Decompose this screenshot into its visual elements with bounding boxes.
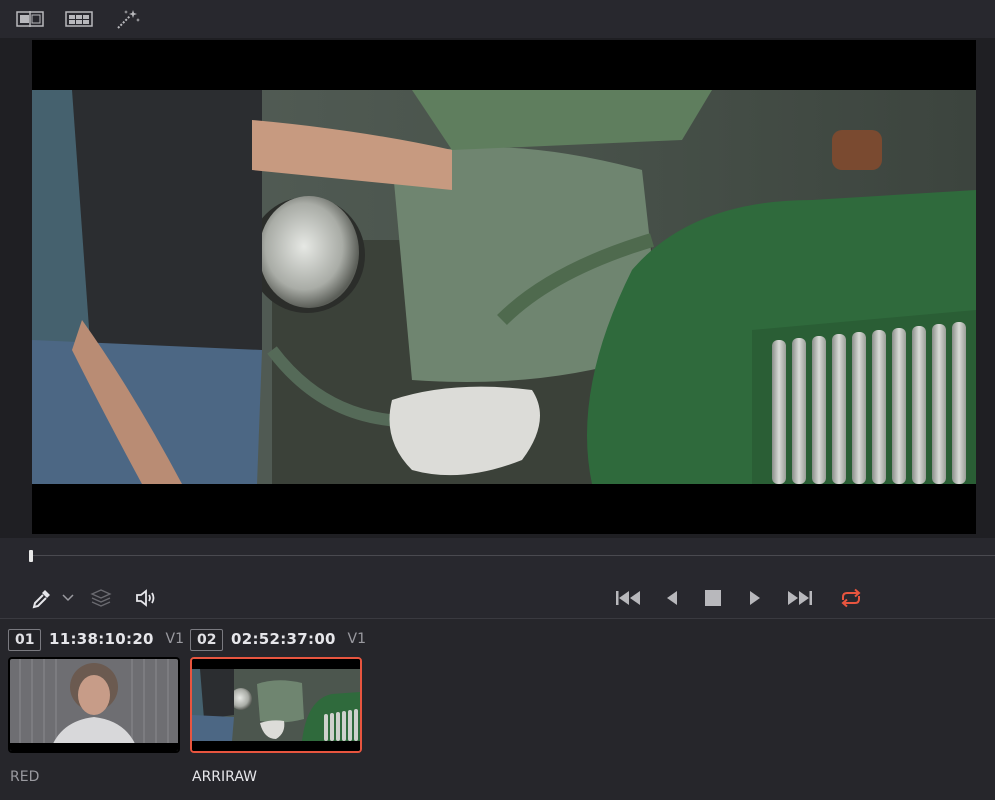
play-icon[interactable] [745,586,765,610]
clip-name: ARRIRAW [192,769,257,785]
eyedropper-icon[interactable] [30,586,54,610]
clip-header: 02 02:52:37:00 V1 [190,627,366,653]
skip-to-end-icon[interactable] [785,586,815,610]
video-viewer[interactable] [32,40,976,534]
clip-number: 02 [190,629,224,651]
magic-wand-icon[interactable] [114,9,142,29]
layers-icon[interactable] [89,586,113,610]
clips-panel: 01 11:38:10:20 V1 RED 02 02:52:37:00 V1 … [0,619,995,800]
clip-header: 01 11:38:10:20 V1 [8,627,184,653]
clip-name: RED [10,769,40,785]
playhead-handle[interactable] [29,550,33,562]
clip-number: 01 [8,629,42,651]
clip-timecode: 11:38:10:20 [49,630,154,648]
loop-icon[interactable] [836,586,866,610]
clip-thumbnail-selected[interactable] [190,657,362,753]
clip-thumbnail-image [10,659,178,751]
timeline-scrubber[interactable] [0,538,995,578]
dropdown-chevron-icon[interactable] [60,586,76,610]
clip-track: V1 [165,631,184,647]
clip-thumbnail[interactable] [8,657,180,753]
viewer-toolbar [0,0,995,38]
video-frame-image [32,90,976,484]
speaker-icon[interactable] [133,586,159,610]
transport-bar [0,578,995,618]
step-back-icon[interactable] [662,586,682,610]
clip-timecode: 02:52:37:00 [231,630,336,648]
skip-to-start-icon[interactable] [613,586,643,610]
grid-view-icon[interactable] [65,9,93,29]
clip-item[interactable]: 02 02:52:37:00 V1 ARRIRAW [190,627,366,785]
clip-thumbnail-image [192,659,360,751]
split-view-icon[interactable] [16,9,44,29]
stop-icon[interactable] [703,586,723,610]
scrub-track[interactable] [32,555,995,556]
clip-track: V1 [347,631,366,647]
clip-item[interactable]: 01 11:38:10:20 V1 RED [8,627,184,785]
